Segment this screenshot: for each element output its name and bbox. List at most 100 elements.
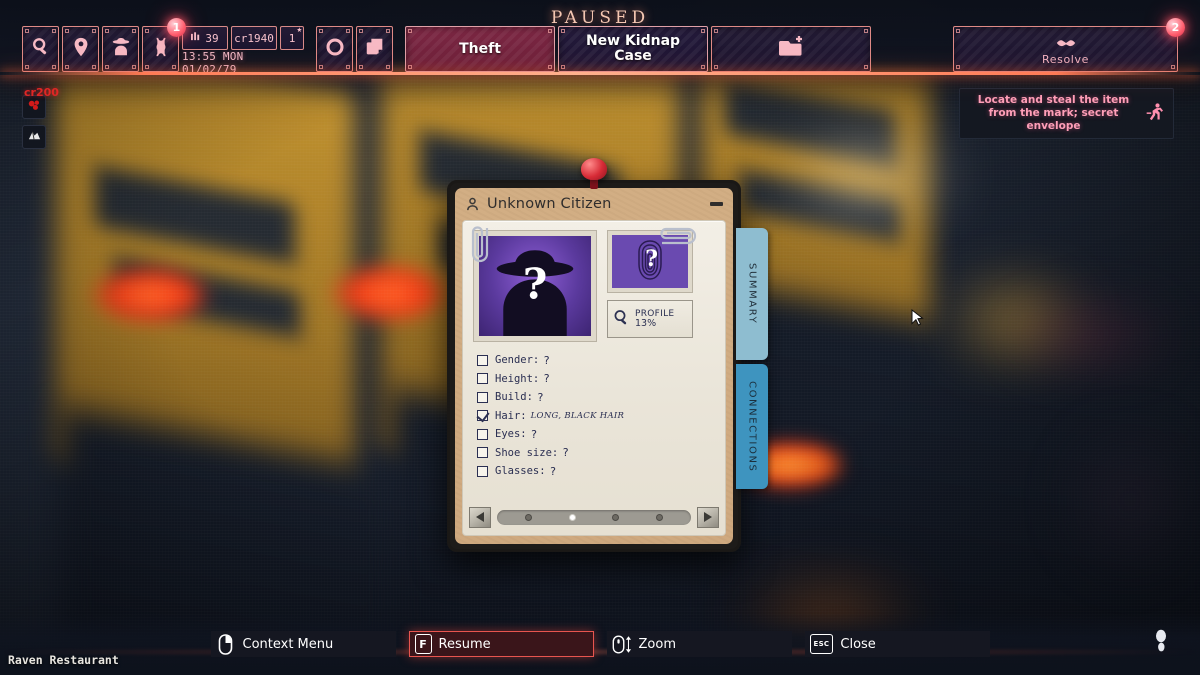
dna-icon bbox=[150, 36, 172, 62]
attribute-row[interactable]: Gender:? bbox=[477, 351, 725, 370]
context-menu-control[interactable]: Context Menu bbox=[210, 631, 396, 657]
tool-icon-group: 1 bbox=[22, 18, 186, 72]
pager-dot[interactable] bbox=[568, 513, 576, 521]
attribute-checkbox[interactable] bbox=[477, 447, 488, 459]
portrait-side-column: ? PROFILE 13% bbox=[607, 227, 697, 342]
attribute-checkbox[interactable] bbox=[477, 428, 488, 440]
control-label: Resume bbox=[438, 636, 491, 652]
attribute-value: Long, black hair bbox=[530, 410, 625, 421]
rank-stat: 1 ★ bbox=[280, 25, 304, 50]
detective-icon-button[interactable] bbox=[102, 26, 139, 72]
resolve-label: Resolve bbox=[1042, 52, 1089, 66]
pager-dots[interactable] bbox=[497, 509, 691, 525]
map-pin-icon bbox=[70, 36, 92, 62]
attribute-checklist: Gender:? Height:? Build:? Hair: Long, black … bbox=[463, 342, 725, 481]
resume-control[interactable]: F Resume bbox=[408, 631, 594, 657]
attribute-value: ? bbox=[543, 353, 550, 367]
control-label: Close bbox=[840, 636, 876, 652]
ambient-glow bbox=[1000, 300, 1180, 370]
stats-block: 39 cr1940 1 ★ 13:55 MON 01/02/79 bbox=[182, 25, 304, 76]
pager-dot[interactable] bbox=[655, 513, 663, 521]
pager-prev-button[interactable] bbox=[469, 506, 491, 528]
broken-glass-icon-button[interactable] bbox=[22, 125, 46, 149]
control-label: Context Menu bbox=[242, 636, 334, 652]
location-name: Raven Restaurant bbox=[8, 653, 119, 667]
pager-dot[interactable] bbox=[525, 513, 533, 521]
attribute-checkbox[interactable] bbox=[477, 465, 488, 477]
rank-value: 1 bbox=[288, 31, 296, 45]
attribute-row[interactable]: Build:? bbox=[477, 388, 725, 407]
pager-next-button[interactable] bbox=[697, 506, 719, 528]
tab-connections-label: CONNECTIONS bbox=[746, 380, 758, 473]
attribute-label: Build: bbox=[495, 391, 533, 404]
attribute-value: ? bbox=[530, 427, 538, 441]
key-cap: ESC bbox=[809, 634, 834, 654]
profile-progress-box[interactable]: PROFILE 13% bbox=[607, 300, 693, 338]
attribute-checkbox[interactable] bbox=[477, 373, 488, 385]
attribute-label: Glasses: bbox=[495, 465, 546, 478]
attribute-checkbox[interactable] bbox=[477, 410, 488, 422]
portrait-photo[interactable]: ? bbox=[471, 226, 597, 342]
mouse-scroll-icon bbox=[612, 633, 632, 655]
social-credit-value: 39 bbox=[205, 31, 219, 45]
broken-glass-icon bbox=[27, 128, 42, 147]
case-new-kidnap-button[interactable]: New Kidnap Case bbox=[558, 26, 708, 72]
notes-icon-button[interactable] bbox=[356, 26, 393, 72]
bloodstain-icon bbox=[27, 98, 42, 117]
mouse-right-click-icon bbox=[216, 633, 236, 655]
datetime-display: 13:55 MON 01/02/79 bbox=[182, 50, 244, 76]
attribute-value: ? bbox=[549, 464, 557, 478]
attribute-row[interactable]: Hair: Long, black hair bbox=[477, 407, 725, 426]
card-side-tabs: SUMMARY CONNECTIONS bbox=[736, 228, 768, 493]
neon-light bbox=[330, 263, 450, 323]
card-photos: ? ? PROFILE 13% bbox=[463, 221, 725, 342]
card-frame: Unknown Citizen ? ? PROFILE 13% Gender: … bbox=[447, 180, 741, 552]
search-icon-button[interactable] bbox=[22, 26, 59, 72]
fingerprint-photo[interactable]: ? bbox=[607, 227, 697, 293]
card-paper: Unknown Citizen ? ? PROFILE 13% Gender: … bbox=[455, 188, 733, 544]
attribute-row[interactable]: Shoe size:? bbox=[477, 444, 725, 463]
handshake-icon bbox=[1055, 37, 1077, 52]
ring-icon-button[interactable] bbox=[316, 26, 353, 72]
tab-summary-label: SUMMARY bbox=[746, 263, 758, 325]
citizen-card-window[interactable]: SUMMARY CONNECTIONS Unknown Citizen ? ? … bbox=[447, 158, 768, 552]
attribute-value: ? bbox=[562, 446, 569, 460]
resolve-button[interactable]: Resolve bbox=[953, 26, 1178, 72]
new-case-button[interactable] bbox=[711, 26, 871, 72]
key-cap: F bbox=[414, 634, 432, 654]
profile-value: 13% bbox=[635, 317, 657, 329]
mouse-cursor bbox=[911, 308, 924, 327]
attribute-value: ? bbox=[543, 372, 550, 386]
social-credit-stat: 39 bbox=[182, 26, 228, 50]
tab-connections[interactable]: CONNECTIONS bbox=[736, 364, 768, 489]
attribute-checkbox[interactable] bbox=[477, 391, 488, 403]
card-header: Unknown Citizen bbox=[455, 188, 733, 220]
dna-notification-badge: 1 bbox=[167, 18, 186, 37]
attribute-label: Height: bbox=[495, 372, 540, 385]
attribute-row[interactable]: Height:? bbox=[477, 370, 725, 389]
control-label: Zoom bbox=[638, 636, 676, 652]
ambient-glow bbox=[770, 120, 970, 230]
left-status-group: cr200 bbox=[22, 86, 59, 149]
close-control[interactable]: ESC Close bbox=[804, 631, 990, 657]
case-theft-button[interactable]: Theft bbox=[405, 26, 555, 72]
attribute-label: Hair: bbox=[495, 409, 527, 422]
detective-icon bbox=[110, 36, 132, 62]
minimize-button[interactable] bbox=[710, 202, 723, 206]
card-pager bbox=[469, 506, 719, 528]
attribute-row[interactable]: Glasses:? bbox=[477, 462, 725, 481]
zoom-control[interactable]: Zoom bbox=[606, 631, 792, 657]
map-pin-icon-button[interactable] bbox=[62, 26, 99, 72]
secondary-icon-group bbox=[316, 26, 393, 72]
pager-dot[interactable] bbox=[612, 513, 620, 521]
attribute-value: ? bbox=[536, 390, 544, 404]
card-title: Unknown Citizen bbox=[487, 196, 612, 212]
tab-summary[interactable]: SUMMARY bbox=[736, 228, 768, 360]
attribute-row[interactable]: Eyes:? bbox=[477, 425, 725, 444]
neon-light bbox=[90, 265, 210, 325]
attribute-checkbox[interactable] bbox=[477, 354, 488, 366]
attribute-label: Gender: bbox=[495, 354, 540, 367]
card-body: ? ? PROFILE 13% Gender: ? Height: ? Buil… bbox=[462, 220, 726, 536]
ring-icon bbox=[324, 36, 346, 62]
ambient-glow bbox=[1060, 420, 1200, 580]
